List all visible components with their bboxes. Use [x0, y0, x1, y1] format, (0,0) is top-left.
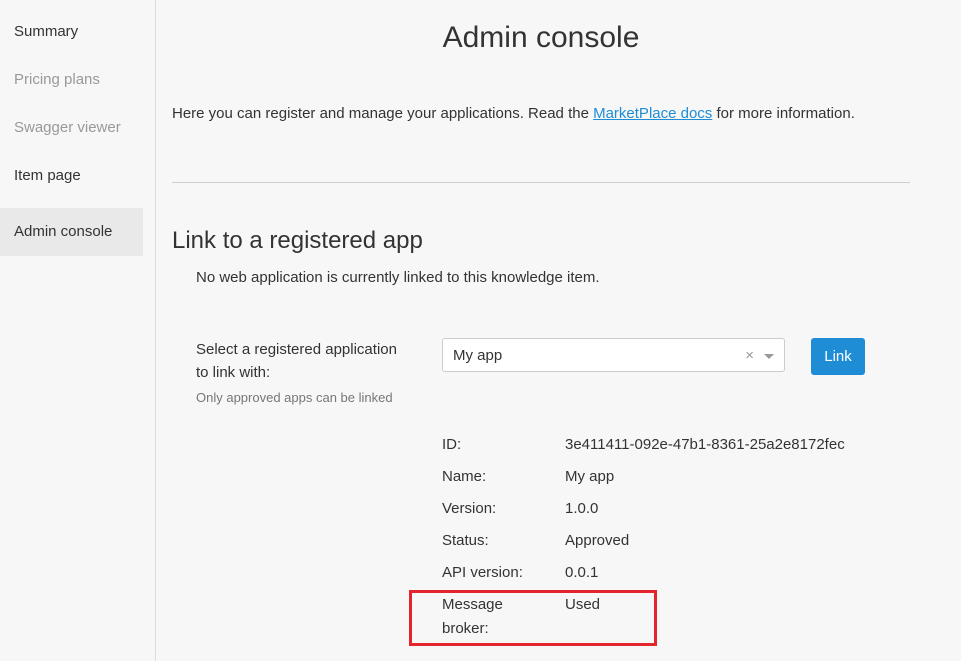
intro-text-end: for more information.	[712, 105, 855, 122]
detail-value-name: My app	[565, 468, 615, 485]
detail-value-id: 3e411411-092e-47b1-8361-25a2e8172fec	[565, 436, 845, 453]
detail-label-version: Version:	[442, 500, 497, 517]
detail-value-api-version: 0.0.1	[565, 564, 599, 581]
detail-label-api-version: API version:	[442, 564, 523, 581]
sidebar-item-swagger-viewer[interactable]: Swagger viewer	[0, 104, 143, 152]
detail-value-status: Approved	[565, 532, 630, 549]
app-select-value: My app	[453, 347, 503, 364]
main-content: Admin console Here you can register and …	[156, 0, 961, 661]
detail-value-version: 1.0.0	[565, 500, 599, 517]
clear-icon[interactable]: ×	[745, 339, 754, 373]
sidebar-item-pricing-plans[interactable]: Pricing plans	[0, 56, 143, 104]
marketplace-docs-link[interactable]: MarketPlace docs	[593, 105, 712, 122]
app-select[interactable]: My app ×	[442, 338, 785, 372]
section-title: Link to a registered app	[172, 227, 423, 254]
sidebar: Summary Pricing plans Swagger viewer Ite…	[0, 0, 156, 661]
chevron-down-icon[interactable]	[764, 354, 774, 359]
detail-label-status: Status:	[442, 532, 489, 549]
intro-text-start: Here you can register and manage your ap…	[172, 105, 594, 122]
detail-label-name: Name:	[442, 468, 487, 485]
sidebar-item-admin-console[interactable]: Admin console	[0, 208, 143, 256]
sidebar-item-summary[interactable]: Summary	[0, 8, 143, 56]
select-app-label: Select a registered application to link …	[196, 338, 426, 384]
page-title: Admin console	[442, 21, 640, 54]
detail-label-id: ID:	[442, 436, 462, 453]
highlight-box	[409, 590, 657, 646]
select-app-hint: Only approved apps can be linked	[196, 390, 393, 405]
no-link-message: No web application is currently linked t…	[196, 269, 600, 286]
divider	[172, 182, 910, 183]
select-app-label-line1: Select a registered application	[196, 341, 397, 358]
link-button[interactable]: Link	[811, 338, 865, 375]
intro-text: Here you can register and manage your ap…	[172, 103, 855, 125]
select-app-label-line2: to link with:	[196, 364, 271, 381]
sidebar-item-item-page[interactable]: Item page	[0, 152, 143, 200]
